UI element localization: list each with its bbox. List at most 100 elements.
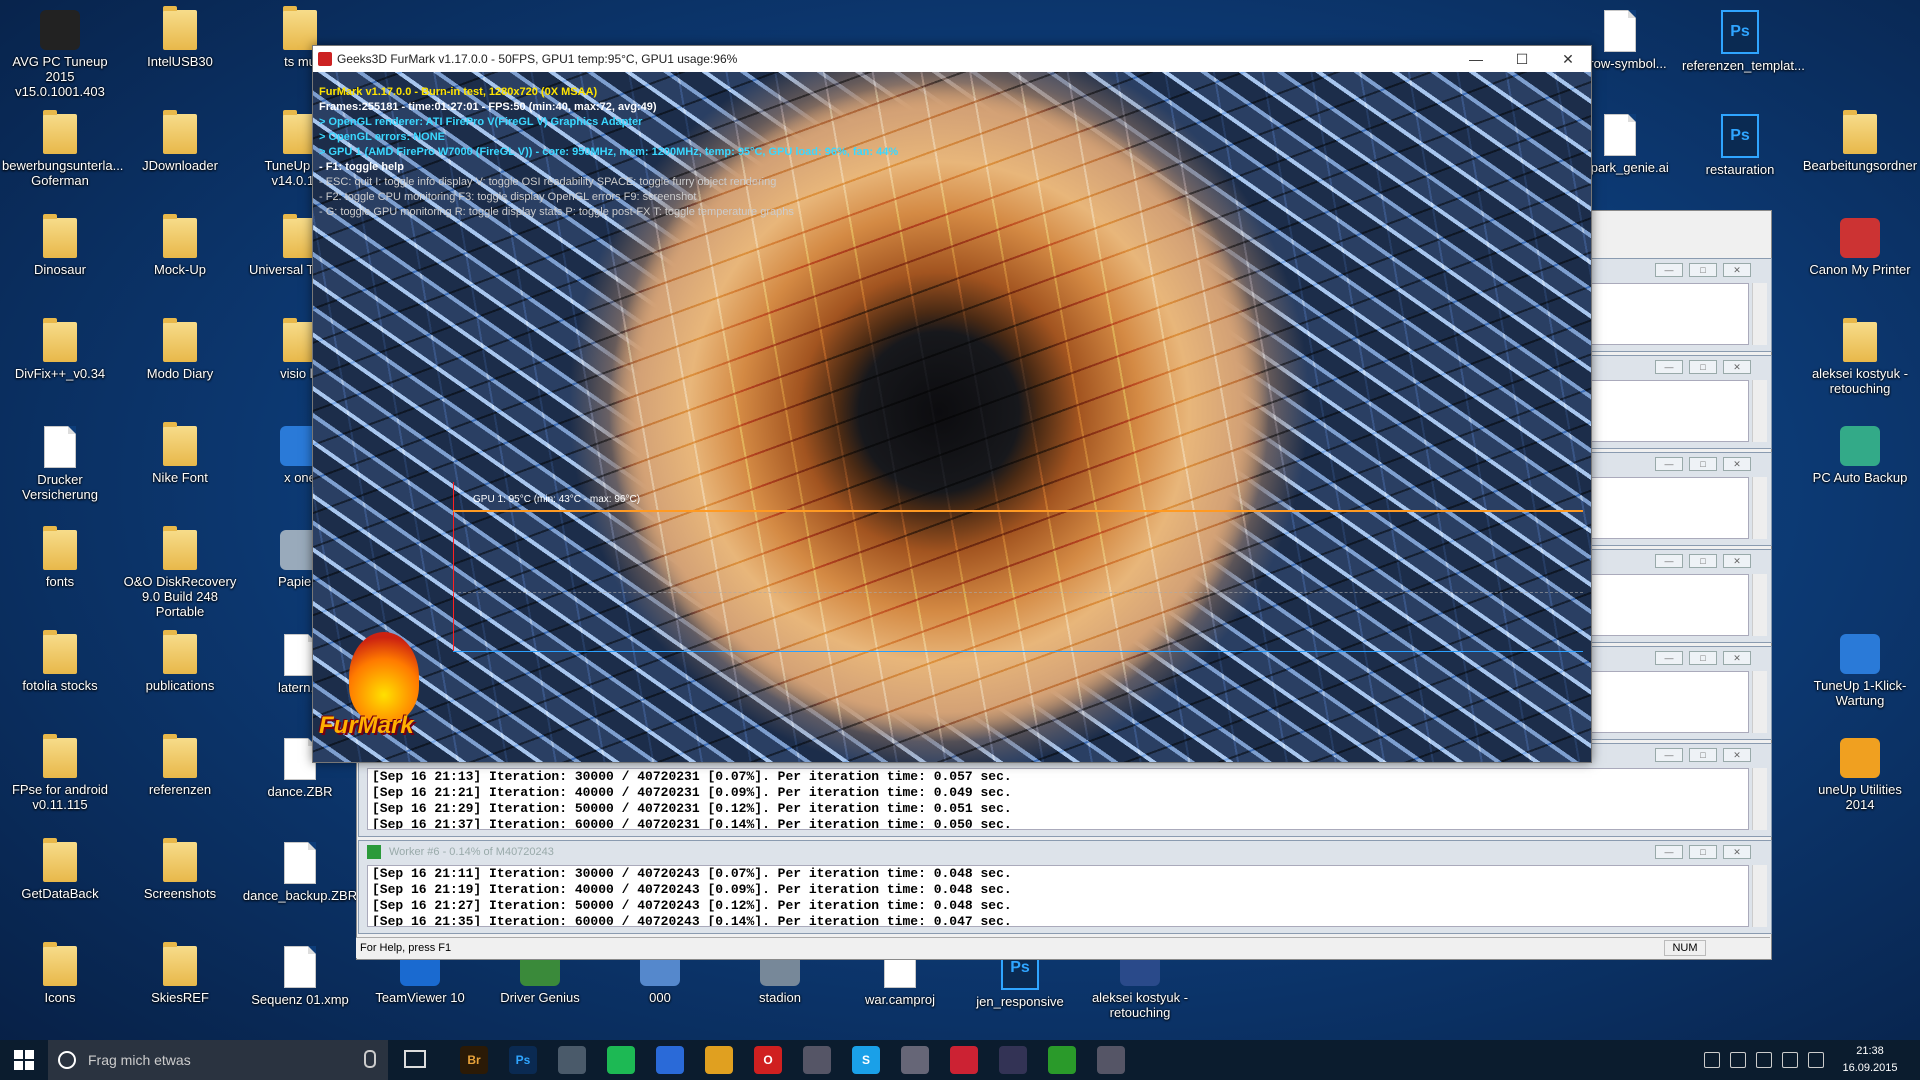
osd-line: > OpenGL renderer: ATI FirePro V(FireGL … [319,116,643,128]
taskbar-app-icon[interactable] [950,1046,978,1074]
desktop-icon-label: bewerbungsunterla... Goferman [2,158,124,188]
close-button[interactable]: ✕ [1545,46,1591,72]
maximize-button[interactable]: ☐ [1499,46,1545,72]
desktop-icon[interactable]: JDownloader [122,108,238,208]
furmark-titlebar[interactable]: Geeks3D FurMark v1.17.0.0 - 50FPS, GPU1 … [313,46,1591,72]
minimize-button[interactable]: — [1453,46,1499,72]
maximize-button[interactable]: □ [1689,651,1717,665]
worker-window[interactable]: Worker #6 - 0.14% of M40720243 — □ ✕ [Sep 16… [358,840,1772,934]
desktop-icon[interactable]: Mock-Up [122,212,238,312]
app-icon [40,10,80,50]
close-button[interactable]: ✕ [1723,651,1751,665]
minimize-button[interactable]: — [1655,457,1683,471]
notification-icon[interactable] [1782,1052,1798,1068]
desktop-icon[interactable]: uneUp Utilities 2014 [1802,732,1918,832]
scrollbar[interactable] [1752,283,1767,345]
furmark-window[interactable]: Geeks3D FurMark v1.17.0.0 - 50FPS, GPU1 … [312,45,1592,763]
scrollbar[interactable] [1752,380,1767,442]
folder-icon [43,630,77,674]
desktop-icon-label: Canon My Printer [1809,262,1911,277]
scrollbar[interactable] [1752,671,1767,733]
minimize-button[interactable]: — [1655,748,1683,762]
taskbar-app-icon[interactable] [1097,1046,1125,1074]
maximize-button[interactable]: □ [1689,554,1717,568]
task-view-button[interactable] [404,1050,426,1068]
desktop-icon[interactable]: PC Auto Backup [1802,420,1918,520]
taskbar-app-icon[interactable] [999,1046,1027,1074]
taskbar-app-icon[interactable] [803,1046,831,1074]
close-button[interactable]: ✕ [1723,263,1751,277]
maximize-button[interactable]: □ [1689,845,1717,859]
clock[interactable]: 21:38 16.09.2015 [1830,1043,1910,1077]
desktop-icon[interactable]: Sequenz 01.xmp [242,940,358,1040]
desktop-icon[interactable]: SkiesREF [122,940,238,1040]
volume-icon[interactable] [1756,1052,1772,1068]
taskbar-app-icon[interactable] [1048,1046,1076,1074]
desktop-icon[interactable]: Bearbeitungsordner [1802,108,1918,208]
minimize-button[interactable]: — [1655,845,1683,859]
desktop-icon[interactable]: IntelUSB30 [122,4,238,104]
desktop-icon[interactable]: dance_backup.ZBR [242,836,358,936]
desktop-icon[interactable]: Icons [2,940,118,1040]
start-button[interactable] [0,1040,48,1080]
desktop-icon[interactable]: GetDataBack [2,836,118,936]
desktop-icon[interactable]: fotolia stocks [2,628,118,728]
keyboard-icon[interactable] [1808,1052,1824,1068]
desktop-icon[interactable]: Ps restauration [1682,108,1798,208]
microphone-icon[interactable] [364,1050,376,1068]
scrollbar[interactable] [1752,574,1767,636]
desktop-icon[interactable]: AVG PC Tuneup 2015 v15.0.1001.403 [2,4,118,104]
close-button[interactable]: ✕ [1723,360,1751,374]
osd-line: FurMark v1.17.0.0 - Burn-in test, 1280x7… [319,86,598,98]
scrollbar[interactable] [1752,768,1767,830]
minimize-button[interactable]: — [1655,263,1683,277]
desktop-icon[interactable]: fonts [2,524,118,624]
taskbar-app-icon[interactable] [901,1046,929,1074]
taskbar-app-icon[interactable] [607,1046,635,1074]
desktop-icon[interactable]: Ps referenzen_templat... [1682,4,1805,104]
desktop-icon-label: war.camproj [864,992,936,1007]
desktop-icon[interactable]: FPse for android v0.11.115 [2,732,118,832]
desktop-icon[interactable]: Canon My Printer [1802,212,1918,312]
folder-icon [163,110,197,154]
close-button[interactable]: ✕ [1723,845,1751,859]
desktop-icon[interactable]: TuneUp 1-Klick-Wartung [1802,628,1918,728]
maximize-button[interactable]: □ [1689,457,1717,471]
desktop-icon[interactable]: referenzen [122,732,238,832]
desktop-icon[interactable]: Modo Diary [122,316,238,416]
taskbar-app-icon[interactable] [705,1046,733,1074]
desktop-icon[interactable]: Screenshots [122,836,238,936]
minimize-button[interactable]: — [1655,651,1683,665]
desktop-icon[interactable]: O&O DiskRecovery 9.0 Build 248 Portable [122,524,238,624]
network-icon[interactable] [1730,1052,1746,1068]
search-box[interactable]: Frag mich etwas [48,1040,388,1080]
maximize-button[interactable]: □ [1689,263,1717,277]
maximize-button[interactable]: □ [1689,748,1717,762]
taskbar-app-icon[interactable]: S [852,1046,880,1074]
scrollbar[interactable] [1752,865,1767,927]
taskbar-app-icon[interactable]: Ps [509,1046,537,1074]
close-button[interactable]: ✕ [1723,748,1751,762]
desktop-icon[interactable]: Nike Font [122,420,238,520]
desktop-icon[interactable]: DivFix++_v0.34 [2,316,118,416]
desktop-icon[interactable]: Drucker Versicherung [2,420,118,520]
close-button[interactable]: ✕ [1723,554,1751,568]
minimize-button[interactable]: — [1655,554,1683,568]
maximize-button[interactable]: □ [1689,360,1717,374]
scrollbar[interactable] [1752,477,1767,539]
desktop-icon[interactable]: aleksei kostyuk - retouching [1802,316,1918,416]
desktop-icon[interactable]: publications [122,628,238,728]
psd-icon: Ps [1721,10,1759,54]
desktop-icon[interactable]: bewerbungsunterla... Goferman [2,108,124,208]
taskbar-app-icon[interactable]: O [754,1046,782,1074]
worker-titlebar[interactable]: Worker #6 - 0.14% of M40720243 — □ ✕ [359,841,1771,863]
app-icon [1840,426,1880,466]
desktop-icon[interactable]: Dinosaur [2,212,118,312]
close-button[interactable]: ✕ [1723,457,1751,471]
render-viewport[interactable]: FurMark v1.17.0.0 - Burn-in test, 1280x7… [313,72,1591,762]
taskbar-app-icon[interactable] [656,1046,684,1074]
minimize-button[interactable]: — [1655,360,1683,374]
taskbar-app-icon[interactable] [558,1046,586,1074]
taskbar-app-icon[interactable]: Br [460,1046,488,1074]
chevron-up-icon[interactable] [1704,1052,1720,1068]
